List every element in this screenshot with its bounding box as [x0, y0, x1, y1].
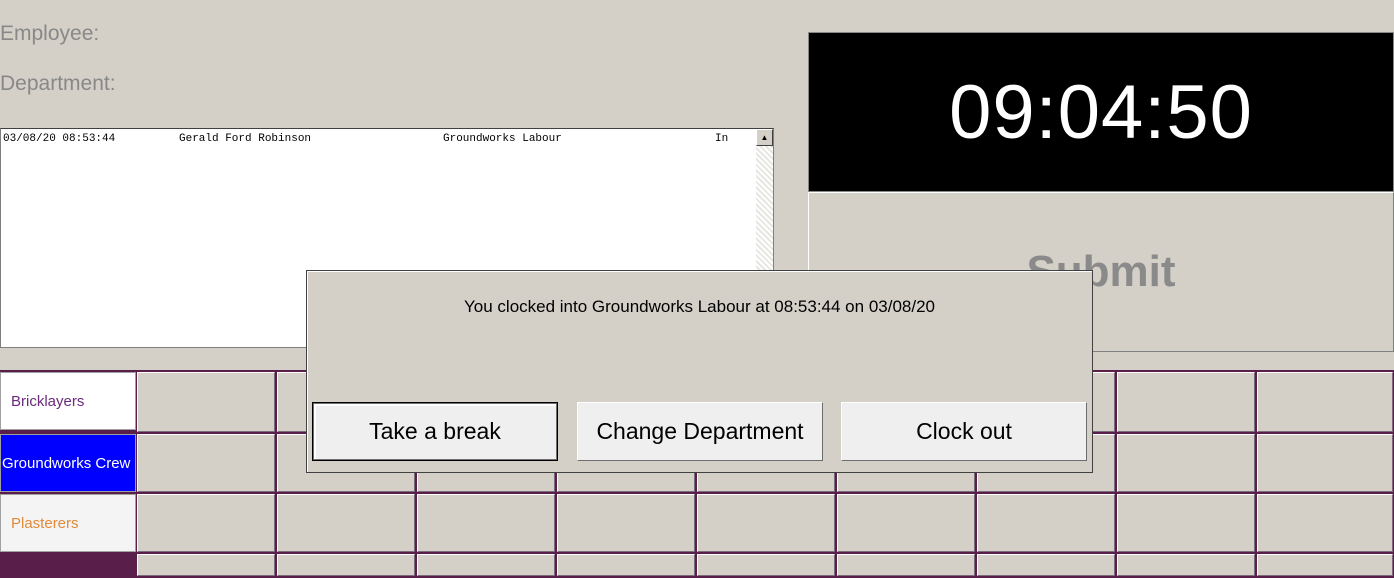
department-grid-cell[interactable] [837, 494, 975, 552]
clock-out-button[interactable]: Clock out [841, 402, 1087, 461]
department-button-groundworks-crew[interactable]: Groundworks Crew [0, 434, 136, 492]
department-grid-cell[interactable] [977, 554, 1115, 576]
department-grid-cell[interactable] [1257, 554, 1393, 576]
employee-label: Employee: [0, 22, 100, 45]
clock-display: 09:04:50 [808, 32, 1394, 192]
department-grid-cell[interactable] [1257, 494, 1393, 552]
department-grid-cell[interactable] [1117, 434, 1255, 492]
log-status: In [715, 133, 729, 145]
department-grid-cell[interactable] [977, 494, 1115, 552]
department-grid-cell[interactable] [277, 494, 415, 552]
scroll-up-icon[interactable]: ▲ [756, 129, 773, 146]
department-grid-cell[interactable] [137, 554, 275, 576]
log-row[interactable]: 03/08/20 08:53:44 Gerald Ford Robinson G… [3, 133, 755, 149]
log-department: Groundworks Labour [443, 133, 562, 145]
department-grid-cell[interactable] [277, 554, 415, 576]
change-department-button[interactable]: Change Department [577, 402, 823, 461]
dialog-message: You clocked into Groundworks Labour at 0… [464, 297, 935, 316]
clock-status-dialog: You clocked into Groundworks Labour at 0… [306, 270, 1093, 473]
department-grid-cell[interactable] [417, 494, 555, 552]
department-grid-cell[interactable] [697, 494, 835, 552]
department-grid-cell[interactable] [1117, 372, 1255, 432]
department-grid-cell[interactable] [417, 554, 555, 576]
department-grid-cell[interactable] [137, 434, 275, 492]
log-employee: Gerald Ford Robinson [179, 133, 312, 145]
department-grid-cell[interactable] [137, 494, 275, 552]
department-label: Department: [0, 72, 116, 95]
department-button-plasterers[interactable]: Plasterers [0, 494, 136, 552]
department-grid-cell[interactable] [557, 494, 695, 552]
department-grid-cell[interactable] [1117, 494, 1255, 552]
department-grid-cell[interactable] [557, 554, 695, 576]
take-break-button[interactable]: Take a break [312, 402, 558, 461]
department-grid-cell[interactable] [137, 372, 275, 432]
department-grid-cell[interactable] [1257, 434, 1393, 492]
log-timestamp: 03/08/20 08:53:44 [3, 133, 116, 145]
department-grid-cell[interactable] [837, 554, 975, 576]
department-button-bricklayers[interactable]: Bricklayers [0, 372, 136, 430]
department-grid-cell[interactable] [697, 554, 835, 576]
clock-time: 09:04:50 [949, 69, 1253, 155]
department-grid-cell[interactable] [1257, 372, 1393, 432]
department-grid-cell[interactable] [1117, 554, 1255, 576]
